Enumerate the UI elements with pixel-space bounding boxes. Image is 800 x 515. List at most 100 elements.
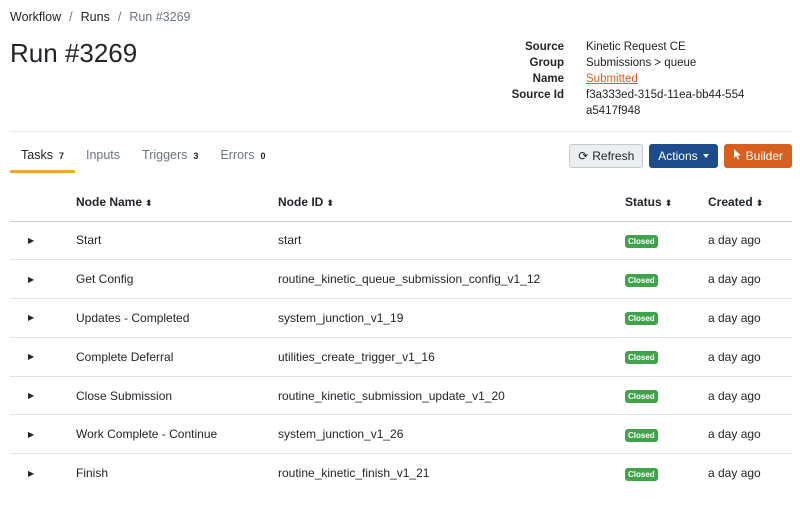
tab-errors[interactable]: Errors 0 [209,140,276,173]
node-id-cell: system_junction_v1_19 [278,298,625,338]
meta-key: Source [525,41,564,53]
status-cell: Closed [625,221,708,261]
node-name-cell: Start [76,221,278,261]
node-name-cell: Close Submission [76,376,278,416]
table-header-row: Node Name ⬍ Node ID ⬍ Status ⬍ Created ⬍ [10,183,792,222]
refresh-button[interactable]: ⟳ Refresh [569,144,644,168]
header-label: Created [708,194,753,209]
tab-label: Inputs [85,148,121,162]
breadcrumb-separator: / [69,10,73,24]
node-id-cell: system_junction_v1_26 [278,414,625,455]
tasks-table: Node Name ⬍ Node ID ⬍ Status ⬍ Created ⬍ ▶ S… [10,183,792,493]
tab-label: Tasks [21,148,53,162]
divider [10,131,792,132]
meta-key: Name [532,73,564,85]
expand-column-header [10,183,76,222]
run-metadata: Source Kinetic Request CE Group Submissi… [490,39,746,119]
breadcrumb-current: Run #3269 [129,10,191,24]
breadcrumb-separator: / [117,10,122,24]
created-cell: a day ago [708,259,792,300]
caret-right-icon[interactable]: ▶ [10,221,76,261]
created-cell: a day ago [708,466,761,481]
breadcrumb: Workflow / Runs / Run #3269 [10,10,191,24]
status-cell: Closed [625,454,708,493]
table-row[interactable]: ▶ Start start Closed a day ago [10,221,792,261]
tab-tasks[interactable]: Tasks 7 [10,140,75,173]
created-cell: a day ago [708,337,792,377]
header-label: Status [625,194,662,209]
node-name-cell: Work Complete - Continue [76,414,278,455]
tab-label: Triggers [142,148,188,162]
tab-count: 3 [193,151,199,161]
header-label: Node Name [76,194,143,209]
sort-icon: ⬍ [755,197,764,208]
status-cell: Closed [625,376,708,416]
meta-row-source: Source Kinetic Request CE [490,39,746,55]
node-id-cell: routine_kinetic_finish_v1_21 [278,466,430,481]
breadcrumb-item-runs[interactable]: Runs [81,10,110,24]
status-cell: Closed [625,298,708,338]
caret-right-icon[interactable]: ▶ [10,337,76,377]
column-header-node-id[interactable]: Node ID ⬍ [278,183,625,222]
tab-triggers[interactable]: Triggers 3 [131,140,209,173]
tab-count: 7 [58,151,64,161]
node-id-cell: routine_kinetic_submission_update_v1_20 [278,376,625,416]
status-badge: Closed [625,428,658,442]
meta-key: Source Id [511,89,564,101]
caret-right-icon[interactable]: ▶ [10,414,76,455]
meta-value: Kinetic Request CE [586,41,686,53]
column-header-status[interactable]: Status ⬍ [625,183,708,222]
caret-right-icon[interactable]: ▶ [10,454,76,493]
toolbar: ⟳ Refresh Actions Builder [569,144,792,168]
meta-key: Group [529,57,565,69]
tab-count: 0 [260,151,266,161]
status-cell: Closed [625,337,708,377]
meta-row-source-id: Source Id f3a333ed-315d-11ea-bb44-554a54… [490,87,746,119]
header-label: Node ID [278,194,324,209]
status-badge: Closed [625,273,658,287]
refresh-label: Refresh [592,149,635,163]
status-badge: Closed [625,351,658,365]
node-name-cell: Finish [76,466,109,481]
status-badge: Closed [625,467,658,481]
submission-name-link[interactable]: Submitted [586,71,746,87]
table-row[interactable]: ▶ Finish routine_kinetic_finish_v1_21 Cl… [10,454,792,493]
caret-right-icon[interactable]: ▶ [10,259,76,300]
created-cell: a day ago [708,221,792,261]
builder-button[interactable]: Builder [723,144,792,168]
status-cell: Closed [625,259,708,300]
table-row[interactable]: ▶ Work Complete - Continue system_juncti… [10,414,792,455]
refresh-icon: ⟳ [578,149,589,163]
meta-row-name: Name Submitted [490,71,746,87]
tab-bar: Tasks 7 Inputs Triggers 3 Errors 0 [10,140,276,173]
node-name-cell: Complete Deferral [76,337,278,377]
sort-icon: ⬍ [664,197,673,208]
node-id-cell: routine_kinetic_queue_submission_config_… [278,259,625,300]
node-name-cell: Get Config [76,259,278,300]
actions-label: Actions [658,149,698,163]
table-row[interactable]: ▶ Complete Deferral utilities_create_tri… [10,337,792,377]
status-badge: Closed [625,234,658,248]
caret-down-icon [702,154,709,158]
meta-row-group: Group Submissions > queue [490,55,746,71]
table-row[interactable]: ▶ Close Submission routine_kinetic_submi… [10,376,792,416]
column-header-created[interactable]: Created ⬍ [708,183,792,222]
meta-value: Submissions > queue [586,57,697,69]
node-id-cell: utilities_create_trigger_v1_16 [278,337,625,377]
actions-dropdown-button[interactable]: Actions [649,144,718,168]
status-cell: Closed [625,414,708,455]
node-name-cell: Updates - Completed [76,298,278,338]
caret-right-icon[interactable]: ▶ [10,376,76,416]
table-row[interactable]: ▶ Updates - Completed system_junction_v1… [10,298,792,338]
sort-icon: ⬍ [145,197,153,208]
sort-icon: ⬍ [326,197,334,208]
builder-label: Builder [745,149,783,163]
status-badge: Closed [625,390,658,404]
breadcrumb-item-workflow[interactable]: Workflow [10,10,61,24]
node-id-cell: start [278,221,625,261]
caret-right-icon[interactable]: ▶ [10,298,76,338]
table-row[interactable]: ▶ Get Config routine_kinetic_queue_submi… [10,259,792,300]
created-cell: a day ago [708,414,792,455]
column-header-node-name[interactable]: Node Name ⬍ [76,183,278,222]
tab-inputs[interactable]: Inputs [75,140,131,173]
